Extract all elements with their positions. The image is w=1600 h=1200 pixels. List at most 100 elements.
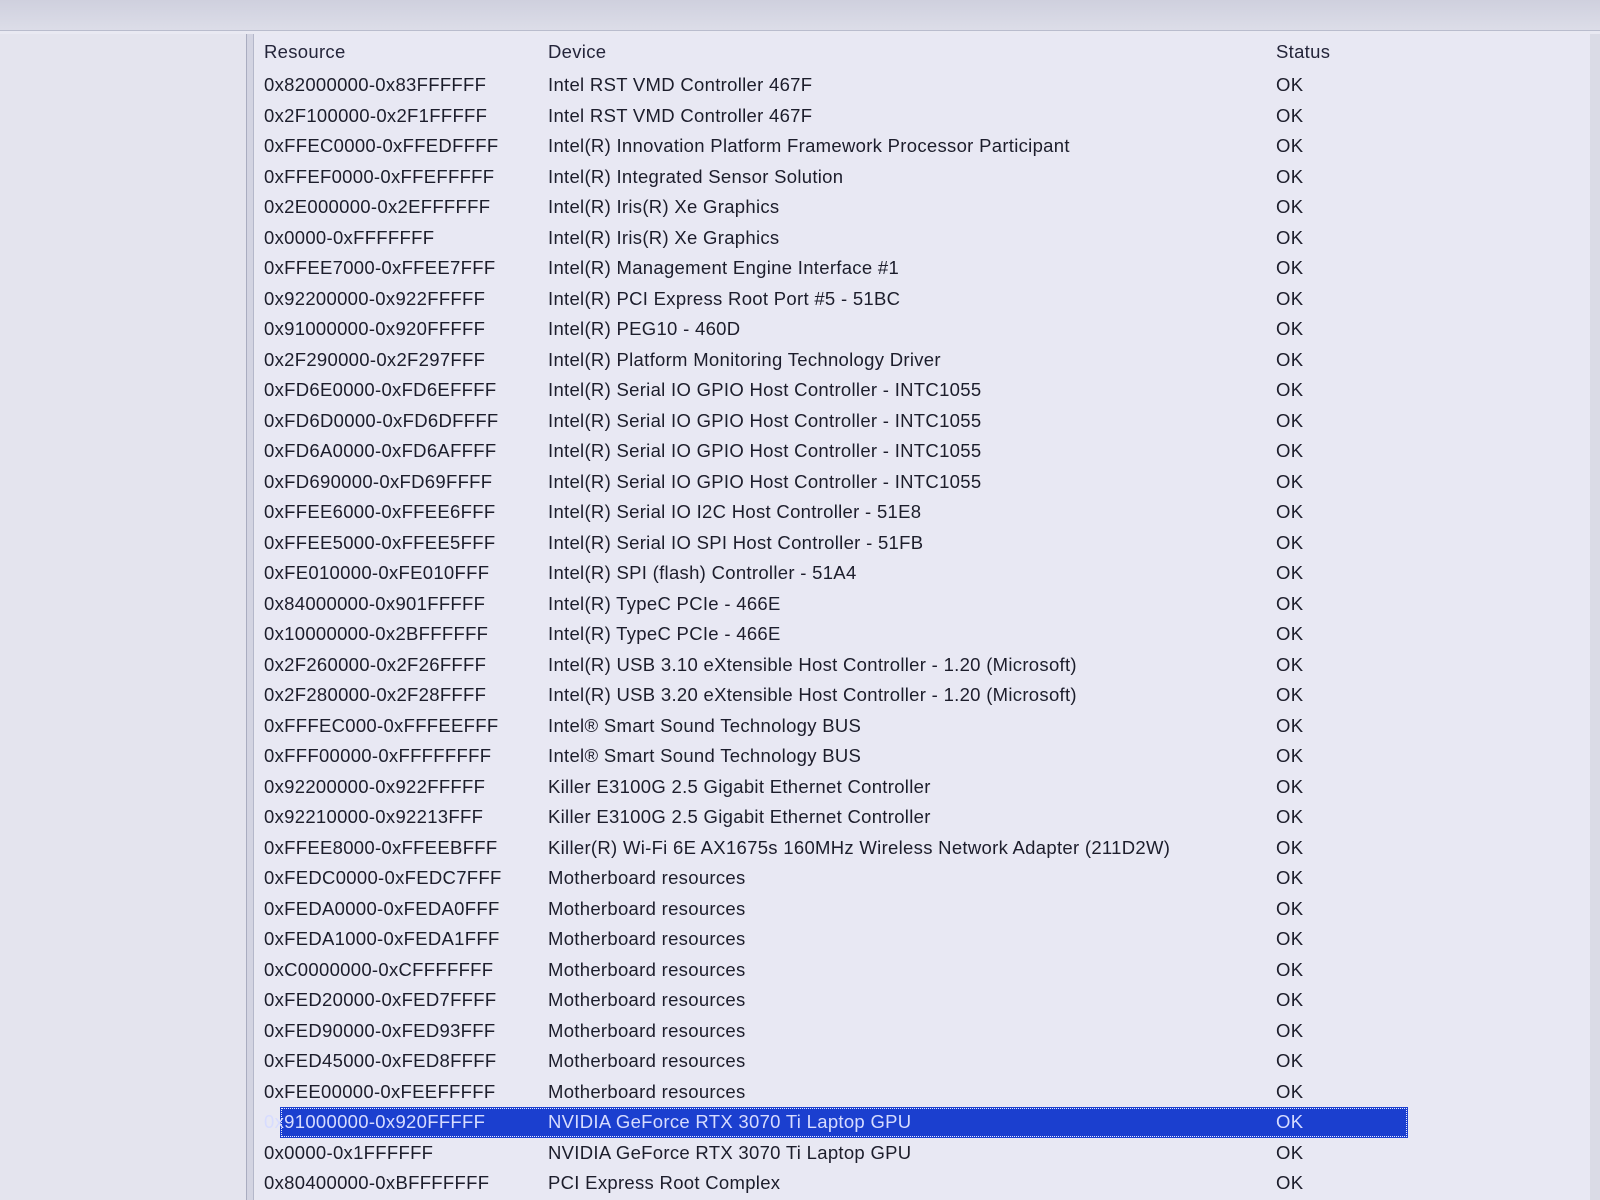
- device-cell: Motherboard resources: [548, 1019, 746, 1041]
- resource-cell: 0x0000-0x1FFFFFF: [264, 1141, 434, 1163]
- resource-cell: 0xFED90000-0xFED93FFF: [264, 1019, 496, 1041]
- resource-cell: 0x80400000-0xBFFFFFFF: [264, 1172, 490, 1194]
- status-cell: OK: [1276, 806, 1304, 828]
- status-cell: OK: [1276, 592, 1304, 614]
- table-row[interactable]: 0xFFEC0000-0xFFEDFFFF Intel(R) Innovation…: [256, 131, 1600, 162]
- table-row[interactable]: 0xFFEF0000-0xFFEFFFFF Intel(R) Integrated…: [256, 162, 1600, 193]
- device-cell: Intel(R) PCI Express Root Port #5 - 51BC: [548, 287, 901, 309]
- table-row[interactable]: 0x80400000-0xBFFFFFFF PCI Express Root Co…: [256, 1168, 1600, 1199]
- status-cell: OK: [1276, 1172, 1304, 1194]
- resource-cell: 0x92200000-0x922FFFFF: [264, 775, 486, 797]
- table-row[interactable]: 0xFD6E0000-0xFD6EFFFF Intel(R) Serial IO …: [256, 375, 1600, 406]
- status-cell: OK: [1276, 165, 1304, 187]
- table-row[interactable]: 0xFFEE6000-0xFFEE6FFF Intel(R) Serial IO …: [256, 497, 1600, 528]
- table-row[interactable]: 0xFED45000-0xFED8FFFF Motherboard resourc…: [256, 1046, 1600, 1077]
- resource-cell: 0xFD6E0000-0xFD6EFFFF: [264, 379, 497, 401]
- table-row[interactable]: 0xFEDA0000-0xFEDA0FFF Motherboard resourc…: [256, 894, 1600, 925]
- resource-cell: 0xFFEE7000-0xFFEE7FFF: [264, 257, 496, 279]
- resource-cell: 0x92200000-0x922FFFFF: [264, 287, 486, 309]
- status-cell: OK: [1276, 989, 1304, 1011]
- device-cell: Intel® Smart Sound Technology BUS: [548, 714, 862, 736]
- device-cell: Intel(R) Iris(R) Xe Graphics: [548, 226, 780, 248]
- column-header-resource[interactable]: Resource: [264, 41, 534, 63]
- device-cell: Intel(R) TypeC PCIe - 466E: [548, 592, 781, 614]
- table-row-selected[interactable]: 0x91000000-0x920FFFFF NVIDIA GeForce RTX …: [264, 1107, 1408, 1138]
- device-cell: Intel(R) SPI (flash) Controller - 51A4: [548, 562, 857, 584]
- device-cell: Motherboard resources: [548, 867, 746, 889]
- resource-cell: 0xFFEC0000-0xFFEDFFFF: [264, 135, 499, 157]
- table-row[interactable]: 0x92210000-0x92213FFF Killer E3100G 2.5 G…: [256, 802, 1600, 833]
- device-cell: PCI Express Root Complex: [548, 1172, 781, 1194]
- device-cell: Motherboard resources: [548, 928, 746, 950]
- table-row[interactable]: 0x2F260000-0x2F26FFFF Intel(R) USB 3.10 e…: [256, 650, 1600, 681]
- status-cell: OK: [1276, 928, 1304, 950]
- resource-cell: 0xFFEF0000-0xFFEFFFFF: [264, 165, 495, 187]
- column-header-status[interactable]: Status: [1276, 41, 1366, 63]
- resource-cell: 0xFD6A0000-0xFD6AFFFF: [264, 440, 497, 462]
- status-cell: OK: [1276, 135, 1304, 157]
- device-cell: Motherboard resources: [548, 1050, 746, 1072]
- status-cell: OK: [1276, 1019, 1304, 1041]
- table-row[interactable]: 0x92200000-0x922FFFFF Intel(R) PCI Expres…: [256, 284, 1600, 315]
- device-cell: Motherboard resources: [548, 897, 746, 919]
- resource-cell: 0x2E000000-0x2EFFFFFF: [264, 196, 491, 218]
- device-cell: NVIDIA GeForce RTX 3070 Ti Laptop GPU: [548, 1111, 912, 1133]
- status-cell: OK: [1276, 257, 1304, 279]
- resource-cell: 0xFE010000-0xFE010FFF: [264, 562, 490, 584]
- table-row[interactable]: 0x92200000-0x922FFFFF Killer E3100G 2.5 G…: [256, 772, 1600, 803]
- system-information-window: Resource Device Status 0x82000000-0x83FF…: [0, 0, 1600, 1200]
- table-row[interactable]: 0xFED20000-0xFED7FFFF Motherboard resourc…: [256, 985, 1600, 1016]
- table-row[interactable]: 0xFFEE7000-0xFFEE7FFF Intel(R) Management…: [256, 253, 1600, 284]
- table-row[interactable]: 0xFD6A0000-0xFD6AFFFF Intel(R) Serial IO …: [256, 436, 1600, 467]
- category-tree-pane[interactable]: [0, 34, 247, 1200]
- vertical-scrollbar[interactable]: [1590, 34, 1600, 1200]
- resource-cell: 0xFED45000-0xFED8FFFF: [264, 1050, 497, 1072]
- table-row[interactable]: 0x82000000-0x83FFFFFF Intel RST VMD Contr…: [256, 70, 1600, 101]
- status-cell: OK: [1276, 348, 1304, 370]
- window-top-strip: [0, 0, 1600, 31]
- status-cell: OK: [1276, 196, 1304, 218]
- device-cell: Intel RST VMD Controller 467F: [548, 104, 813, 126]
- table-row[interactable]: 0xFFEE5000-0xFFEE5FFF Intel(R) Serial IO …: [256, 528, 1600, 559]
- column-header-device[interactable]: Device: [548, 41, 1268, 63]
- resource-cell: 0x10000000-0x2BFFFFFF: [264, 623, 489, 645]
- status-cell: OK: [1276, 409, 1304, 431]
- table-row[interactable]: 0xFD690000-0xFD69FFFF Intel(R) Serial IO …: [256, 467, 1600, 498]
- resource-cell: 0x0000-0xFFFFFFF: [264, 226, 435, 248]
- table-row[interactable]: 0xFEDA1000-0xFEDA1FFF Motherboard resourc…: [256, 924, 1600, 955]
- resource-rows: 0x82000000-0x83FFFFFF Intel RST VMD Contr…: [256, 70, 1600, 1199]
- table-row[interactable]: 0xFFFEC000-0xFFFEEFFF Intel® Smart Sound …: [256, 711, 1600, 742]
- pane-splitter[interactable]: [247, 34, 254, 1200]
- table-row[interactable]: 0x2F100000-0x2F1FFFFF Intel RST VMD Contr…: [256, 101, 1600, 132]
- table-row[interactable]: 0x91000000-0x920FFFFF Intel(R) PEG10 - 46…: [256, 314, 1600, 345]
- table-row[interactable]: 0xFFF00000-0xFFFFFFFF Intel® Smart Sound …: [256, 741, 1600, 772]
- table-row[interactable]: 0x0000-0xFFFFFFF Intel(R) Iris(R) Xe Grap…: [256, 223, 1600, 254]
- status-cell: OK: [1276, 1080, 1304, 1102]
- resource-cell: 0xFFFEC000-0xFFFEEFFF: [264, 714, 499, 736]
- table-row[interactable]: 0xFEE00000-0xFEEFFFFF Motherboard resourc…: [256, 1077, 1600, 1108]
- status-cell: OK: [1276, 226, 1304, 248]
- device-cell: Intel RST VMD Controller 467F: [548, 74, 813, 96]
- device-cell: Intel(R) Serial IO GPIO Host Controller …: [548, 470, 982, 492]
- table-row[interactable]: 0x2F280000-0x2F28FFFF Intel(R) USB 3.20 e…: [256, 680, 1600, 711]
- table-row[interactable]: 0xFEDC0000-0xFEDC7FFF Motherboard resourc…: [256, 863, 1600, 894]
- table-row[interactable]: 0x0000-0x1FFFFFF NVIDIA GeForce RTX 3070 …: [256, 1138, 1600, 1169]
- resource-cell: 0xFD6D0000-0xFD6DFFFF: [264, 409, 499, 431]
- table-row[interactable]: 0xFE010000-0xFE010FFF Intel(R) SPI (flash…: [256, 558, 1600, 589]
- device-cell: Killer E3100G 2.5 Gigabit Ethernet Contr…: [548, 775, 931, 797]
- table-row[interactable]: 0x84000000-0x901FFFFF Intel(R) TypeC PCIe…: [256, 589, 1600, 620]
- table-row[interactable]: 0x2F290000-0x2F297FFF Intel(R) Platform M…: [256, 345, 1600, 376]
- table-row[interactable]: 0x10000000-0x2BFFFFFF Intel(R) TypeC PCIe…: [256, 619, 1600, 650]
- resource-list-panel[interactable]: Resource Device Status 0x82000000-0x83FF…: [256, 34, 1600, 1200]
- device-cell: Intel(R) PEG10 - 460D: [548, 318, 741, 340]
- table-row[interactable]: 0xFD6D0000-0xFD6DFFFF Intel(R) Serial IO …: [256, 406, 1600, 437]
- table-row[interactable]: 0xC0000000-0xCFFFFFFF Motherboard resourc…: [256, 955, 1600, 986]
- status-cell: OK: [1276, 470, 1304, 492]
- resource-cell: 0x91000000-0x920FFFFF: [264, 318, 486, 340]
- table-row[interactable]: 0x2E000000-0x2EFFFFFF Intel(R) Iris(R) Xe…: [256, 192, 1600, 223]
- table-row[interactable]: 0xFFEE8000-0xFFEEBFFF Killer(R) Wi-Fi 6E …: [256, 833, 1600, 864]
- device-cell: Intel(R) USB 3.20 eXtensible Host Contro…: [548, 684, 1077, 706]
- resource-cell: 0x84000000-0x901FFFFF: [264, 592, 486, 614]
- status-cell: OK: [1276, 836, 1304, 858]
- table-row[interactable]: 0xFED90000-0xFED93FFF Motherboard resourc…: [256, 1016, 1600, 1047]
